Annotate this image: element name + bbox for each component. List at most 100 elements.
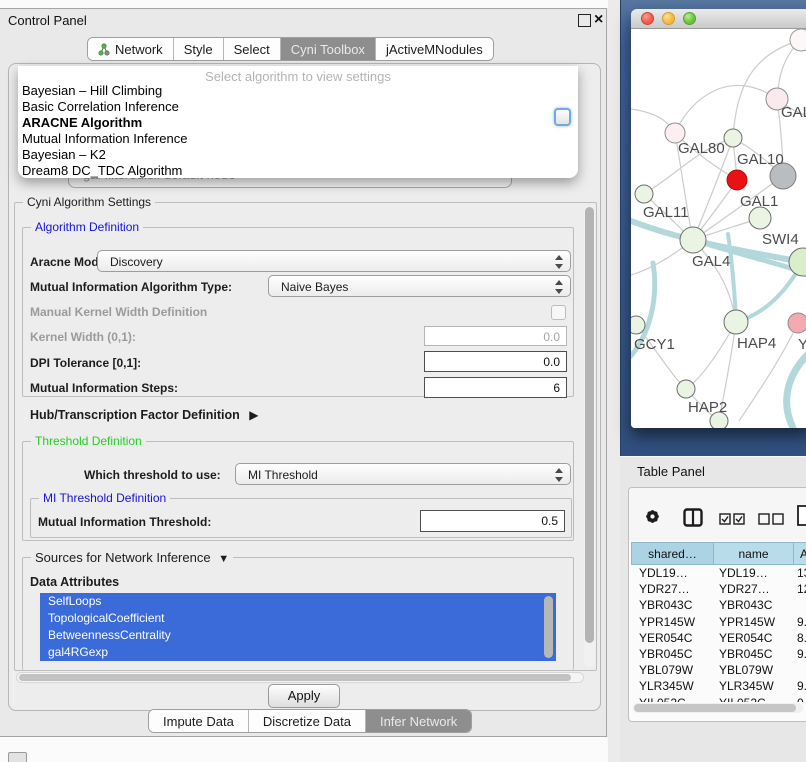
tab-impute-data[interactable]: Impute Data: [149, 710, 249, 732]
columns-icon[interactable]: [683, 508, 703, 532]
app-screen: Control Panel × Network Style Select Cyn…: [0, 0, 806, 762]
control-panel-title: Control Panel: [8, 13, 87, 28]
bottom-strip: [0, 737, 608, 762]
tab-network[interactable]: Network: [88, 38, 174, 60]
gear-icon[interactable]: [644, 508, 661, 530]
column-header-shared-name[interactable]: shared…: [631, 542, 713, 565]
column-header-clipped[interactable]: A: [793, 542, 806, 565]
network-window-titlebar[interactable]: [631, 9, 806, 29]
cell-name: YIL052C: [719, 695, 766, 703]
node-gcy1[interactable]: [631, 316, 645, 334]
tab-style[interactable]: Style: [174, 38, 224, 60]
table-row[interactable]: YDR27…YDR27…12: [631, 581, 806, 597]
attribute-item[interactable]: SelfLoops: [40, 593, 556, 610]
attribute-item[interactable]: BetweennessCentrality: [40, 627, 556, 644]
cell-name: YER054C: [719, 630, 772, 646]
node-green-small[interactable]: [724, 129, 742, 147]
float-window-icon[interactable]: [578, 14, 591, 27]
minimize-traffic-light[interactable]: [662, 12, 675, 25]
settings-vertical-scrollbar[interactable]: [584, 205, 595, 667]
node-red[interactable]: [727, 170, 747, 190]
tab-cyni-toolbox[interactable]: Cyni Toolbox: [281, 38, 376, 60]
unselect-all-checkboxes-icon[interactable]: [758, 512, 784, 530]
tab-jactivemnodules[interactable]: jActiveMNodules: [376, 38, 493, 60]
settings-horizontal-scrollbar[interactable]: [16, 672, 584, 683]
cell-value: 0.: [797, 695, 806, 703]
node-gal1[interactable]: [749, 207, 771, 229]
control-panel-tabbar: Network Style Select Cyni Toolbox jActiv…: [87, 37, 494, 61]
mi-type-value: Naive Bayes: [281, 280, 348, 294]
new-file-icon[interactable]: [797, 505, 806, 531]
which-threshold-combo[interactable]: MI Threshold: [235, 463, 571, 485]
close-icon[interactable]: ×: [594, 9, 603, 31]
table-row[interactable]: YPR145WYPR145W9.: [631, 614, 806, 630]
table-toolbar: [629, 488, 806, 541]
node-gal11[interactable]: [635, 185, 653, 203]
zoom-traffic-light[interactable]: [683, 12, 696, 25]
table-row[interactable]: YIL052C YIL052C 0.: [631, 695, 806, 703]
tab-discretize-data[interactable]: Discretize Data: [249, 710, 366, 732]
data-attributes-list[interactable]: SelfLoops TopologicalCoefficient Between…: [40, 593, 556, 664]
algorithm-combo-arrow-fragment[interactable]: [554, 108, 571, 126]
table-row[interactable]: YLR345WYLR345W9.: [631, 678, 806, 694]
table-row[interactable]: YBR043CYBR043C: [631, 597, 806, 613]
node-hap2[interactable]: [677, 380, 695, 398]
algorithm-dropdown-popup: Select algorithm to view settings Bayesi…: [18, 66, 578, 178]
node-swi4[interactable]: [789, 248, 806, 276]
kernel-width-field[interactable]: 0.0: [424, 326, 567, 346]
close-traffic-light[interactable]: [641, 12, 654, 25]
algorithm-option[interactable]: Mutual Information Inference: [22, 131, 187, 146]
table-body[interactable]: YDL19…YDL19…13 YDR27…YDR27…12 YBR043CYBR…: [631, 565, 806, 702]
dpi-tolerance-field[interactable]: 0.0: [424, 351, 567, 372]
column-header-name[interactable]: name: [713, 542, 793, 565]
network-view-window[interactable]: GAL GAL80 GAL10 GAL1 GAL11 SWI4 GAL4 GCY…: [631, 9, 806, 428]
network-edges-thick: [631, 219, 806, 428]
cell-value: 12: [797, 581, 806, 597]
tab-infer-network[interactable]: Infer Network: [366, 710, 471, 732]
bottom-left-mini-button[interactable]: [8, 752, 27, 762]
stepper-icon: [554, 280, 563, 294]
table-horizontal-scrollbar[interactable]: [633, 703, 803, 713]
expand-arrow-icon[interactable]: ▶: [249, 408, 258, 422]
cell-name: YPR145W: [719, 614, 775, 630]
table-row[interactable]: YBR045CYBR045C9.: [631, 646, 806, 662]
node-gal4[interactable]: [680, 227, 706, 253]
manual-kernel-checkbox[interactable]: [551, 305, 566, 320]
select-all-checkboxes-icon[interactable]: [719, 512, 745, 530]
hub-section-toggle[interactable]: Hub/Transcription Factor Definition ▶: [30, 408, 258, 422]
label-gal10: GAL10: [737, 151, 784, 168]
table-row[interactable]: YBL079WYBL079W: [631, 662, 806, 678]
mi-steps-field[interactable]: 6: [424, 377, 567, 398]
mi-threshold-label: Mutual Information Threshold:: [38, 515, 211, 529]
control-panel-titlebar[interactable]: Control Panel ×: [0, 9, 606, 32]
attribute-item[interactable]: TopologicalCoefficient: [40, 610, 556, 627]
tab-select[interactable]: Select: [224, 38, 281, 60]
table-header-row: shared… name A: [631, 542, 806, 565]
node-partial-top[interactable]: [790, 29, 806, 51]
tab-network-label: Network: [115, 42, 163, 57]
node-pink-right[interactable]: [788, 313, 806, 333]
node-hap4[interactable]: [724, 310, 748, 334]
cell-shared: YIL052C: [639, 695, 686, 703]
list-vertical-scrollbar[interactable]: [544, 596, 553, 658]
algorithm-option-selected[interactable]: ARACNE Algorithm: [22, 115, 142, 130]
apply-button[interactable]: Apply: [268, 684, 340, 708]
table-row[interactable]: YDL19…YDL19…13: [631, 565, 806, 581]
stepper-icon: [554, 468, 563, 482]
attribute-item[interactable]: gal4RGexp: [40, 644, 556, 661]
algorithm-option[interactable]: Basic Correlation Inference: [22, 99, 179, 114]
table-row[interactable]: YER054CYER054C8.: [631, 630, 806, 646]
cell-value: 8.: [797, 630, 806, 646]
collapse-arrow-icon[interactable]: ▼: [218, 553, 229, 565]
mi-threshold-field[interactable]: 0.5: [420, 510, 565, 532]
network-canvas[interactable]: GAL GAL80 GAL10 GAL1 GAL11 SWI4 GAL4 GCY…: [631, 29, 806, 428]
label-hap2: HAP2: [688, 399, 727, 416]
algorithm-option[interactable]: Bayesian – Hill Climbing: [22, 83, 162, 98]
mi-type-combo[interactable]: Naive Bayes: [268, 275, 571, 297]
algorithm-option[interactable]: Bayesian – K2: [22, 147, 106, 162]
aracne-mode-combo[interactable]: Discovery: [97, 250, 571, 272]
label-hap4: HAP4: [737, 335, 776, 352]
sources-group-title[interactable]: Sources for Network Inference ▼: [31, 550, 233, 565]
algorithm-option[interactable]: Dream8 DC_TDC Algorithm: [22, 163, 182, 178]
label-gal-partial: GAL: [781, 104, 806, 121]
